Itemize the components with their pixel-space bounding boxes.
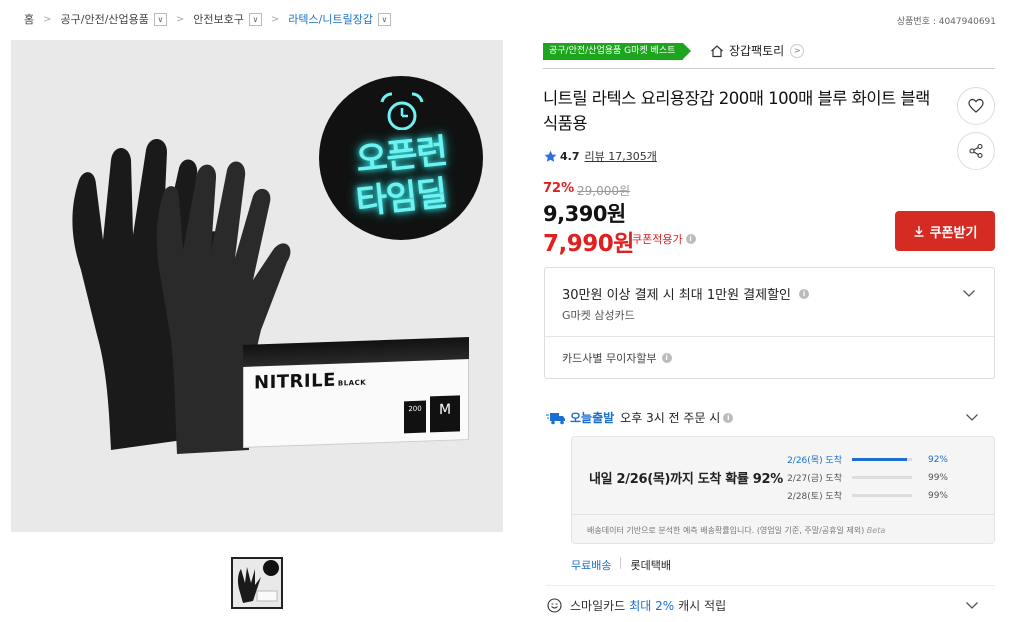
smile-card-cashback[interactable]: 스마일카드 최대 2% 캐시 적립 (547, 597, 726, 614)
timedeal-badge: 오픈런 타임딜 (319, 76, 483, 240)
breadcrumb-category-1[interactable]: 공구/안전/산업용품 (61, 11, 149, 27)
delivery-row: 2/26(목) 도착 92% (787, 454, 948, 467)
divider (620, 557, 622, 569)
installment-info[interactable]: 카드사별 무이자할부 i (562, 350, 672, 366)
share-icon (969, 143, 983, 159)
smile-icon (547, 598, 562, 613)
chevron-right-icon: > (175, 13, 185, 25)
card-name: G마켓 삼성카드 (562, 309, 635, 322)
dropdown-icon[interactable]: ∨ (153, 12, 167, 26)
coupon-price: 7,990원 (543, 231, 634, 257)
divider (545, 336, 994, 337)
breadcrumb-home[interactable]: 홈 (24, 11, 34, 27)
thumbnail-1[interactable] (231, 557, 283, 609)
breadcrumb: 홈 > 공구/안전/산업용품 ∨ > 안전보호구 ∨ > 라텍스/니트릴장갑 ∨ (24, 11, 391, 27)
info-icon[interactable]: i (685, 234, 696, 244)
info-icon[interactable]: i (723, 412, 734, 423)
original-price: 29,000원 (577, 184, 631, 198)
star-icon (544, 150, 557, 162)
card-promo-headline[interactable]: 30만원 이상 결제 시 최대 1만원 결제할인 i (562, 284, 810, 303)
get-coupon-button[interactable]: 쿠폰받기 (895, 211, 995, 251)
info-icon[interactable]: i (661, 353, 672, 363)
alarm-clock-icon (380, 92, 424, 130)
free-shipping-label: 무료배송 (571, 559, 612, 572)
dropdown-icon[interactable]: ∨ (377, 12, 391, 26)
delivery-bar-fill (852, 458, 908, 461)
breadcrumb-category-2[interactable]: 안전보호구 (193, 11, 244, 27)
glove-box: NITRILE BLACK 200 M (243, 337, 469, 448)
chevron-down-icon[interactable] (965, 598, 979, 612)
divider (543, 68, 995, 69)
best-seller-tag[interactable]: 공구/안전/산업용품 G마켓 베스트 (543, 43, 692, 60)
delivery-row: 2/27(금) 도착 99% (787, 472, 948, 485)
heart-icon (968, 98, 984, 113)
chevron-right-icon: > (43, 13, 52, 25)
info-icon[interactable]: i (799, 288, 810, 299)
dropdown-icon[interactable]: ∨ (248, 12, 262, 26)
box-brand: NITRILE BLACK (254, 369, 367, 394)
breadcrumb-category-3[interactable]: 라텍스/니트릴장갑 (288, 11, 373, 27)
rating-score: 4.7 (560, 149, 580, 163)
discount-rate: 72% (543, 181, 575, 196)
product-image[interactable]: 오픈런 타임딜 NITRILE BLACK 200 M (11, 40, 503, 532)
chevron-down-icon[interactable] (965, 410, 979, 424)
divider (546, 585, 995, 586)
chevron-right-icon: > (790, 43, 805, 58)
review-count-link[interactable]: 리뷰 17,305개 (585, 148, 657, 164)
product-number: 상품번호 : 4047940691 (896, 17, 996, 27)
delivery-row: 2/28(토) 도착 99% (787, 490, 948, 503)
shipping-info: 무료배송 롯데택배 (571, 557, 671, 573)
product-title: 니트릴 라텍스 요리용장갑 200매 100매 블루 화이트 블랙 식품용 (543, 89, 930, 133)
delivery-bar-fill (852, 494, 912, 497)
rating: 4.7 리뷰 17,305개 (544, 148, 657, 164)
delivery-main-message: 내일 2/26(목)까지 도착 확률 92% (589, 472, 784, 487)
chevron-down-icon[interactable] (962, 286, 976, 300)
delivery-bar-fill (852, 476, 912, 479)
box-size: M (430, 395, 460, 433)
chevron-right-icon: > (270, 13, 280, 25)
home-icon (711, 44, 723, 57)
box-count: 200 (404, 400, 426, 434)
divider (572, 514, 994, 515)
fast-truck-icon (546, 412, 565, 424)
wishlist-button[interactable] (957, 87, 995, 125)
store-link[interactable]: 장갑팩토리 > (710, 42, 805, 59)
delivery-note: 배송데이터 기반으로 분석한 예측 배송확률입니다. (영업일 기준, 주말/공… (587, 526, 886, 535)
coupon-price-label: 쿠폰적용가 i (632, 231, 696, 247)
card-promo-box: 30만원 이상 결제 시 최대 1만원 결제할인 i G마켓 삼성카드 카드사별… (544, 267, 995, 379)
shipping-header: 오늘출발 오후 3시 전 주문 시 i (546, 409, 734, 426)
carrier-name: 롯데택배 (630, 559, 671, 572)
download-icon (914, 226, 924, 237)
store-name: 장갑팩토리 (729, 44, 785, 58)
today-ship-label: 오늘출발 (570, 411, 615, 425)
delivery-probability-box: 내일 2/26(목)까지 도착 확률 92% 2/26(목) 도착 92% 2/… (571, 436, 995, 544)
gloves-thumbnail-icon (237, 560, 279, 603)
ship-cutoff: 오후 3시 전 주문 시 (620, 411, 721, 425)
share-button[interactable] (957, 132, 995, 170)
